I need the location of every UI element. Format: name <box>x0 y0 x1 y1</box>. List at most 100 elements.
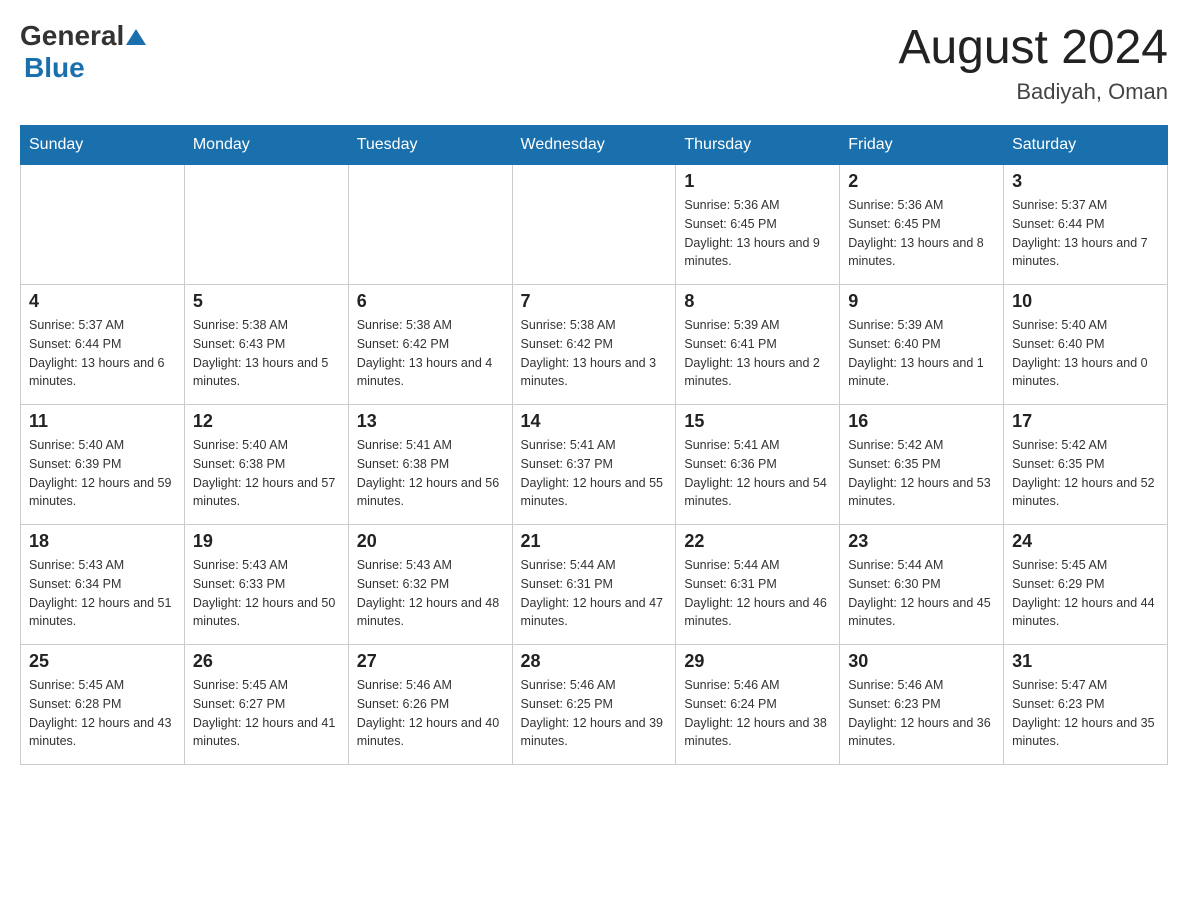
day-number: 13 <box>357 411 504 432</box>
calendar-cell: 20 Sunrise: 5:43 AMSunset: 6:32 PMDayligh… <box>348 525 512 645</box>
week-row-0: 1 Sunrise: 5:36 AMSunset: 6:45 PMDaylight… <box>21 165 1168 285</box>
day-info: Sunrise: 5:44 AMSunset: 6:31 PMDaylight:… <box>521 556 668 631</box>
calendar-cell: 9Sunrise: 5:39 AMSunset: 6:40 PMDaylight… <box>840 285 1004 405</box>
day-number: 20 <box>357 531 504 552</box>
day-info: Sunrise: 5:39 AMSunset: 6:41 PMDaylight:… <box>684 316 831 391</box>
day-info: Sunrise: 5:43 AMSunset: 6:34 PMDaylight:… <box>29 556 176 631</box>
day-info: Sunrise: 5:38 AMSunset: 6:42 PMDaylight:… <box>521 316 668 391</box>
day-info: Sunrise: 5:47 AMSunset: 6:23 PMDaylight:… <box>1012 676 1159 751</box>
day-number: 18 <box>29 531 176 552</box>
logo: General Blue <box>20 20 146 84</box>
day-info: Sunrise: 5:40 AMSunset: 6:39 PMDaylight:… <box>29 436 176 511</box>
calendar-cell: 19Sunrise: 5:43 AMSunset: 6:33 PMDayligh… <box>184 525 348 645</box>
day-info: Sunrise: 5:45 AMSunset: 6:29 PMDaylight:… <box>1012 556 1159 631</box>
day-number: 1 <box>684 171 831 192</box>
week-row-2: 11 Sunrise: 5:40 AMSunset: 6:39 PMDayligh… <box>21 405 1168 525</box>
calendar-cell: 29 Sunrise: 5:46 AMSunset: 6:24 PMDayligh… <box>676 645 840 765</box>
day-number: 25 <box>29 651 176 672</box>
day-number: 29 <box>684 651 831 672</box>
calendar-cell: 6 Sunrise: 5:38 AMSunset: 6:42 PMDaylight… <box>348 285 512 405</box>
header-day-friday: Friday <box>840 126 1004 165</box>
day-info: Sunrise: 5:41 AMSunset: 6:38 PMDaylight:… <box>357 436 504 511</box>
header-day-saturday: Saturday <box>1004 126 1168 165</box>
calendar-cell: 16 Sunrise: 5:42 AMSunset: 6:35 PMDayligh… <box>840 405 1004 525</box>
calendar-cell: 13 Sunrise: 5:41 AMSunset: 6:38 PMDayligh… <box>348 405 512 525</box>
day-info: Sunrise: 5:40 AMSunset: 6:38 PMDaylight:… <box>193 436 340 511</box>
day-number: 27 <box>357 651 504 672</box>
day-info: Sunrise: 5:43 AMSunset: 6:32 PMDaylight:… <box>357 556 504 631</box>
logo-blue-text: Blue <box>24 52 85 84</box>
header-day-thursday: Thursday <box>676 126 840 165</box>
calendar-cell: 12 Sunrise: 5:40 AMSunset: 6:38 PMDayligh… <box>184 405 348 525</box>
calendar-cell: 11 Sunrise: 5:40 AMSunset: 6:39 PMDayligh… <box>21 405 185 525</box>
calendar-cell: 2 Sunrise: 5:36 AMSunset: 6:45 PMDaylight… <box>840 165 1004 285</box>
day-info: Sunrise: 5:46 AMSunset: 6:24 PMDaylight:… <box>684 676 831 751</box>
calendar-header: SundayMondayTuesdayWednesdayThursdayFrid… <box>21 126 1168 165</box>
calendar-cell: 17 Sunrise: 5:42 AMSunset: 6:35 PMDayligh… <box>1004 405 1168 525</box>
calendar-table: SundayMondayTuesdayWednesdayThursdayFrid… <box>20 125 1168 765</box>
day-number: 3 <box>1012 171 1159 192</box>
month-title: August 2024 <box>898 20 1168 75</box>
calendar-cell: 25 Sunrise: 5:45 AMSunset: 6:28 PMDayligh… <box>21 645 185 765</box>
day-info: Sunrise: 5:36 AMSunset: 6:45 PMDaylight:… <box>684 196 831 271</box>
header-day-sunday: Sunday <box>21 126 185 165</box>
title-area: August 2024 Badiyah, Oman <box>898 20 1168 105</box>
header-day-monday: Monday <box>184 126 348 165</box>
day-number: 30 <box>848 651 995 672</box>
calendar-cell: 1 Sunrise: 5:36 AMSunset: 6:45 PMDaylight… <box>676 165 840 285</box>
day-number: 23 <box>848 531 995 552</box>
day-number: 7 <box>521 291 668 312</box>
day-info: Sunrise: 5:46 AMSunset: 6:25 PMDaylight:… <box>521 676 668 751</box>
day-number: 14 <box>521 411 668 432</box>
calendar-cell: 7 Sunrise: 5:38 AMSunset: 6:42 PMDaylight… <box>512 285 676 405</box>
day-number: 17 <box>1012 411 1159 432</box>
day-info: Sunrise: 5:44 AMSunset: 6:30 PMDaylight:… <box>848 556 995 631</box>
calendar-cell: 22 Sunrise: 5:44 AMSunset: 6:31 PMDayligh… <box>676 525 840 645</box>
day-number: 11 <box>29 411 176 432</box>
day-number: 22 <box>684 531 831 552</box>
calendar-cell: 26 Sunrise: 5:45 AMSunset: 6:27 PMDayligh… <box>184 645 348 765</box>
calendar-cell: 23 Sunrise: 5:44 AMSunset: 6:30 PMDayligh… <box>840 525 1004 645</box>
day-number: 10 <box>1012 291 1159 312</box>
day-info: Sunrise: 5:44 AMSunset: 6:31 PMDaylight:… <box>684 556 831 631</box>
day-number: 15 <box>684 411 831 432</box>
week-row-3: 18 Sunrise: 5:43 AMSunset: 6:34 PMDayligh… <box>21 525 1168 645</box>
day-info: Sunrise: 5:38 AMSunset: 6:43 PMDaylight:… <box>193 316 340 391</box>
week-row-4: 25 Sunrise: 5:45 AMSunset: 6:28 PMDayligh… <box>21 645 1168 765</box>
logo-general-text: General <box>20 20 124 52</box>
calendar-cell: 5 Sunrise: 5:38 AMSunset: 6:43 PMDaylight… <box>184 285 348 405</box>
calendar-cell <box>348 165 512 285</box>
day-number: 9 <box>848 291 995 312</box>
day-info: Sunrise: 5:41 AMSunset: 6:36 PMDaylight:… <box>684 436 831 511</box>
calendar-cell: 31Sunrise: 5:47 AMSunset: 6:23 PMDayligh… <box>1004 645 1168 765</box>
day-info: Sunrise: 5:46 AMSunset: 6:23 PMDaylight:… <box>848 676 995 751</box>
day-number: 26 <box>193 651 340 672</box>
day-number: 4 <box>29 291 176 312</box>
calendar-cell: 21Sunrise: 5:44 AMSunset: 6:31 PMDayligh… <box>512 525 676 645</box>
day-info: Sunrise: 5:41 AMSunset: 6:37 PMDaylight:… <box>521 436 668 511</box>
calendar-cell <box>184 165 348 285</box>
day-number: 2 <box>848 171 995 192</box>
day-number: 8 <box>684 291 831 312</box>
calendar-cell: 10Sunrise: 5:40 AMSunset: 6:40 PMDayligh… <box>1004 285 1168 405</box>
calendar-cell: 4Sunrise: 5:37 AMSunset: 6:44 PMDaylight… <box>21 285 185 405</box>
day-number: 16 <box>848 411 995 432</box>
day-number: 6 <box>357 291 504 312</box>
day-number: 28 <box>521 651 668 672</box>
calendar-cell: 3Sunrise: 5:37 AMSunset: 6:44 PMDaylight… <box>1004 165 1168 285</box>
day-info: Sunrise: 5:38 AMSunset: 6:42 PMDaylight:… <box>357 316 504 391</box>
day-info: Sunrise: 5:45 AMSunset: 6:27 PMDaylight:… <box>193 676 340 751</box>
calendar-cell: 27Sunrise: 5:46 AMSunset: 6:26 PMDayligh… <box>348 645 512 765</box>
day-info: Sunrise: 5:42 AMSunset: 6:35 PMDaylight:… <box>1012 436 1159 511</box>
header-row: SundayMondayTuesdayWednesdayThursdayFrid… <box>21 126 1168 165</box>
day-info: Sunrise: 5:45 AMSunset: 6:28 PMDaylight:… <box>29 676 176 751</box>
page-header: General Blue August 2024 Badiyah, Oman <box>20 20 1168 105</box>
calendar-cell: 8 Sunrise: 5:39 AMSunset: 6:41 PMDaylight… <box>676 285 840 405</box>
day-info: Sunrise: 5:43 AMSunset: 6:33 PMDaylight:… <box>193 556 340 631</box>
day-number: 12 <box>193 411 340 432</box>
day-info: Sunrise: 5:36 AMSunset: 6:45 PMDaylight:… <box>848 196 995 271</box>
calendar-cell <box>512 165 676 285</box>
location-label: Badiyah, Oman <box>898 79 1168 105</box>
day-number: 5 <box>193 291 340 312</box>
day-info: Sunrise: 5:42 AMSunset: 6:35 PMDaylight:… <box>848 436 995 511</box>
